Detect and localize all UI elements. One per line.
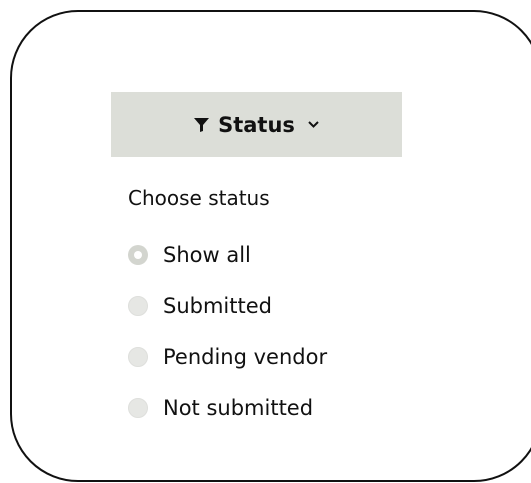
radio-option-pending-vendor[interactable]: Pending vendor: [128, 345, 327, 369]
radio-option-submitted[interactable]: Submitted: [128, 294, 272, 318]
panel-title: Choose status: [128, 186, 270, 210]
option-label: Pending vendor: [163, 345, 328, 369]
radio-button-not-submitted[interactable]: [128, 398, 148, 418]
status-filter-label: Status: [218, 112, 295, 137]
chevron-down-icon: [307, 118, 320, 131]
option-label: Not submitted: [163, 396, 314, 420]
radio-option-not-submitted[interactable]: Not submitted: [128, 396, 313, 420]
radio-button-pending-vendor[interactable]: [128, 347, 148, 367]
radio-button-show-all[interactable]: [128, 245, 148, 265]
option-label: Submitted: [163, 294, 272, 318]
radio-option-show-all[interactable]: Show all: [128, 243, 251, 267]
status-filter-button[interactable]: Status: [111, 92, 402, 157]
radio-button-submitted[interactable]: [128, 296, 148, 316]
filter-icon: [193, 116, 210, 133]
option-label: Show all: [163, 243, 251, 267]
